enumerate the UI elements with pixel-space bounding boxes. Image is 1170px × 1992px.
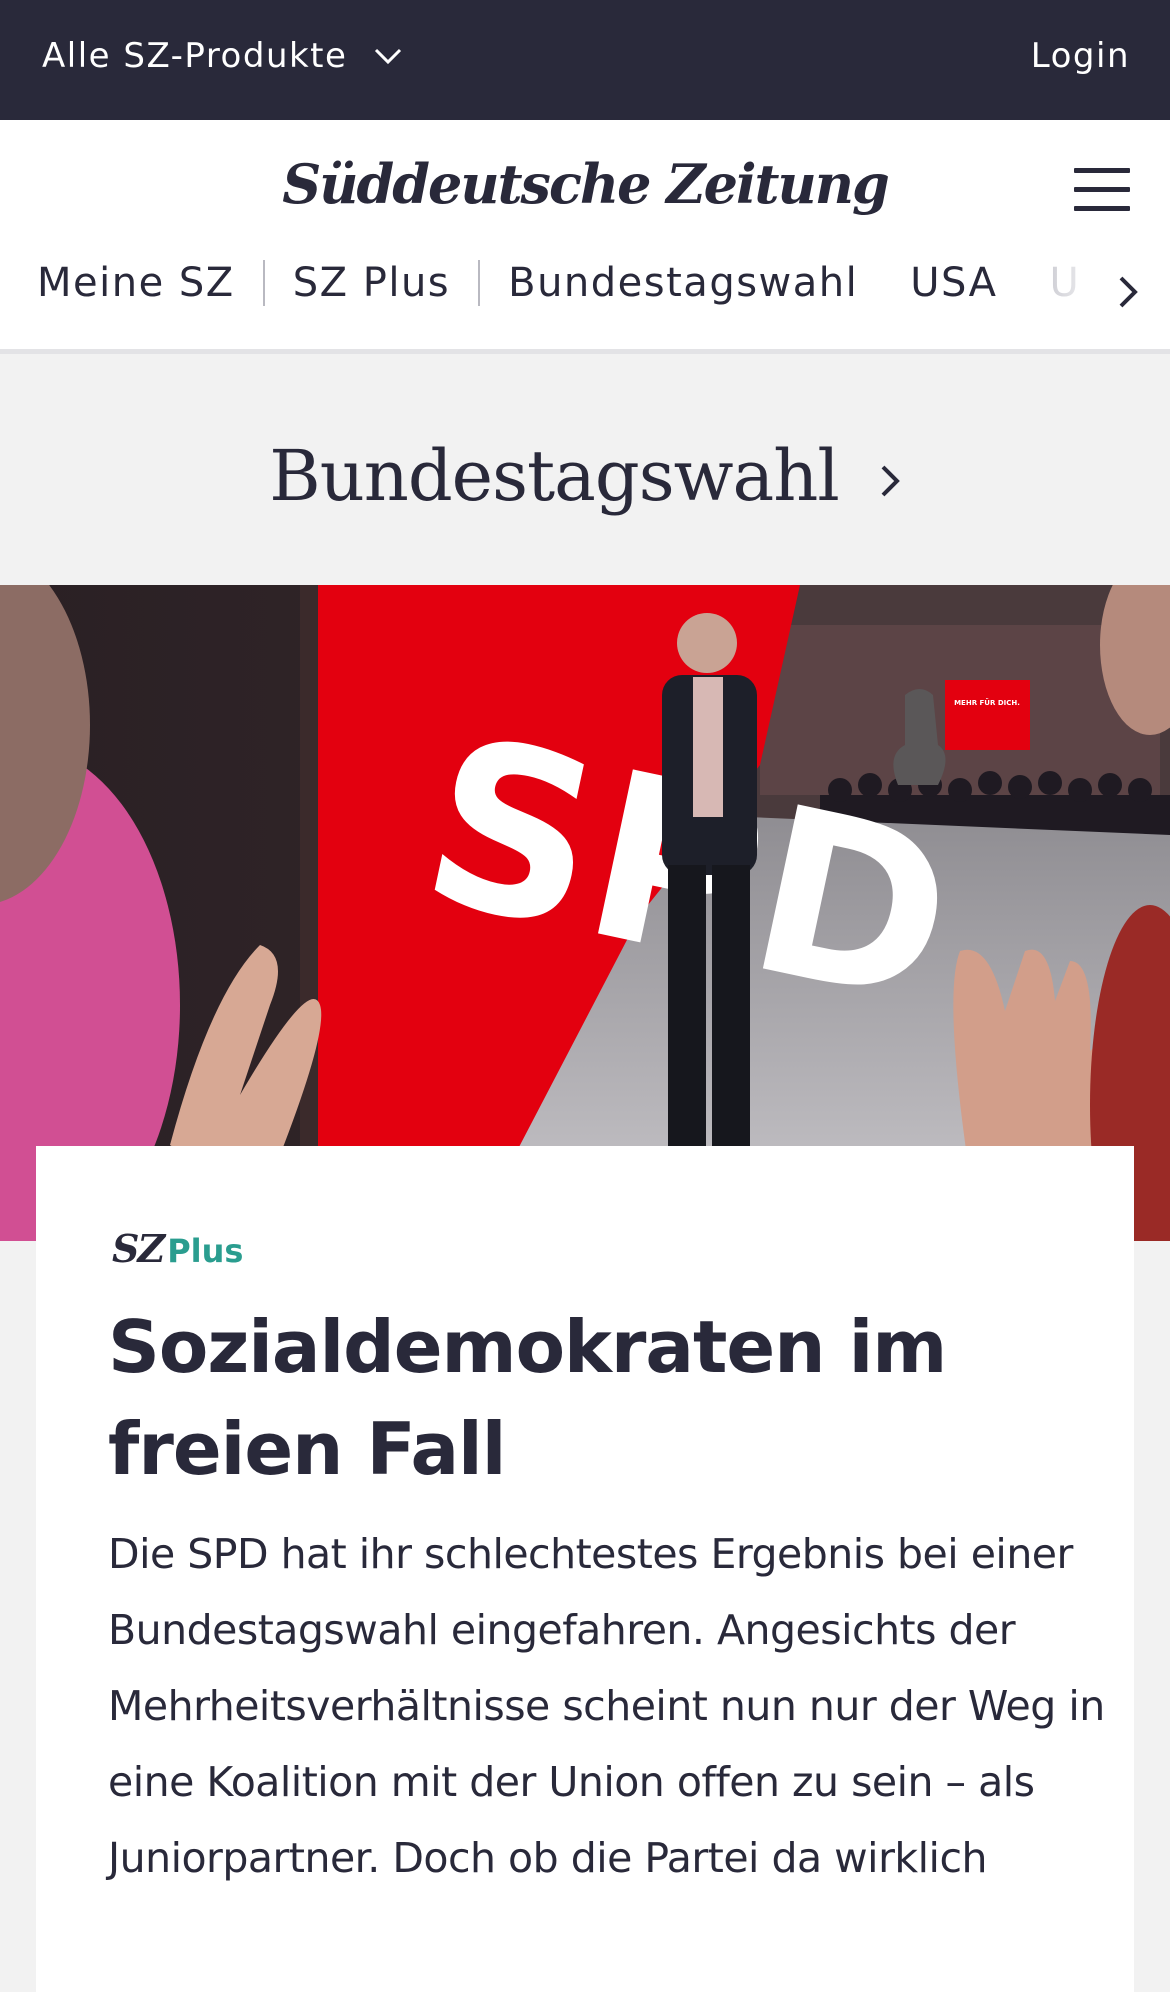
site-logo[interactable]: Süddeutsche Zeitung [0, 152, 1170, 216]
chevron-right-icon [881, 465, 900, 497]
chevron-down-icon [375, 48, 402, 65]
all-products-label: Alle SZ-Produkte [42, 36, 348, 76]
hamburger-icon-bar [1074, 206, 1130, 211]
hero-photo-illustration: MEHR FÜR DICH. SPD [0, 585, 1170, 1241]
nav-item-bundestagswahl[interactable]: Bundestagswahl [508, 260, 858, 306]
section-title: Bundestagswahl [269, 435, 839, 517]
menu-button[interactable] [1074, 168, 1130, 212]
sz-plus-badge: SZ Plus [112, 1226, 243, 1271]
top-bar: Alle SZ-Produkte Login [0, 0, 1170, 120]
chevron-right-icon[interactable] [1116, 272, 1140, 312]
section-heading-link[interactable]: Bundestagswahl [0, 435, 1170, 517]
article-teaser-card[interactable]: SZ Plus Sozialdemokraten im freien Fall … [36, 1146, 1134, 1992]
hamburger-icon-bar [1074, 168, 1130, 173]
nav-item-usa[interactable]: USA [910, 260, 997, 306]
hero-poster-text: MEHR FÜR DICH. [954, 698, 1020, 707]
nav-divider [478, 260, 481, 306]
sz-plus-badge-plus: Plus [167, 1232, 244, 1270]
all-products-dropdown[interactable]: Alle SZ-Produkte [42, 36, 403, 76]
article-headline[interactable]: Sozialdemokraten im freien Fall [108, 1296, 1068, 1500]
hamburger-icon-bar [1074, 187, 1130, 192]
sz-plus-badge-sz: SZ [112, 1226, 165, 1271]
nav-item-sz-plus[interactable]: SZ Plus [293, 260, 450, 306]
article-teaser-text: Die SPD hat ihr schlechtestes Ergebnis b… [108, 1530, 1105, 1882]
login-button[interactable]: Login [1031, 36, 1130, 76]
site-header: Süddeutsche Zeitung Meine SZ SZ Plus Bun… [0, 120, 1170, 354]
hero-image[interactable]: MEHR FÜR DICH. SPD [0, 585, 1170, 1241]
nav-item-meine-sz[interactable]: Meine SZ [37, 260, 235, 306]
nav-fade-overlay [1040, 260, 1170, 326]
ressort-navigation: Meine SZ SZ Plus Bundestagswahl USA U [0, 260, 1170, 326]
nav-divider [262, 260, 265, 306]
